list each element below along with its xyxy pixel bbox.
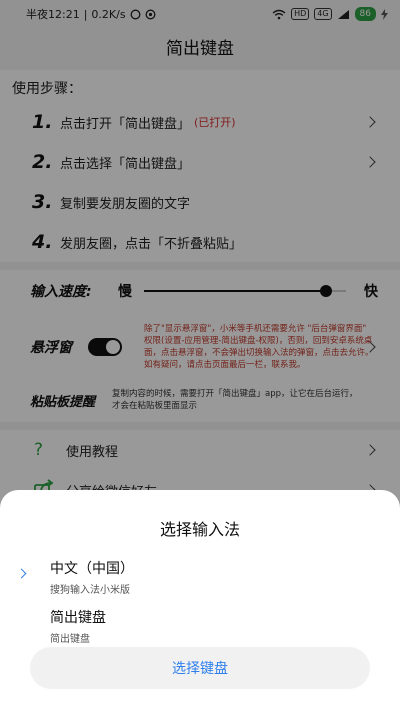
selected-check-icon [16, 568, 27, 579]
ime-option-jianchu[interactable]: 简出键盘 简出键盘 [50, 607, 106, 645]
ime-option-chinese[interactable]: 中文（中国） 搜狗输入法小米版 [50, 558, 134, 596]
ime-option-subtitle: 简出键盘 [50, 634, 90, 645]
ime-option-name: 简出键盘 [50, 610, 106, 626]
ime-option-subtitle: 搜狗输入法小米版 [50, 585, 130, 596]
ime-option-name: 中文（中国） [50, 561, 134, 577]
sheet-title: 选择输入法 [159, 520, 240, 539]
input-method-sheet: 选择输入法 中文（中国） 搜狗输入法小米版 简出键盘 简出键盘 选择键盘 [0, 490, 400, 711]
select-keyboard-button[interactable]: 选择键盘 [30, 647, 370, 689]
